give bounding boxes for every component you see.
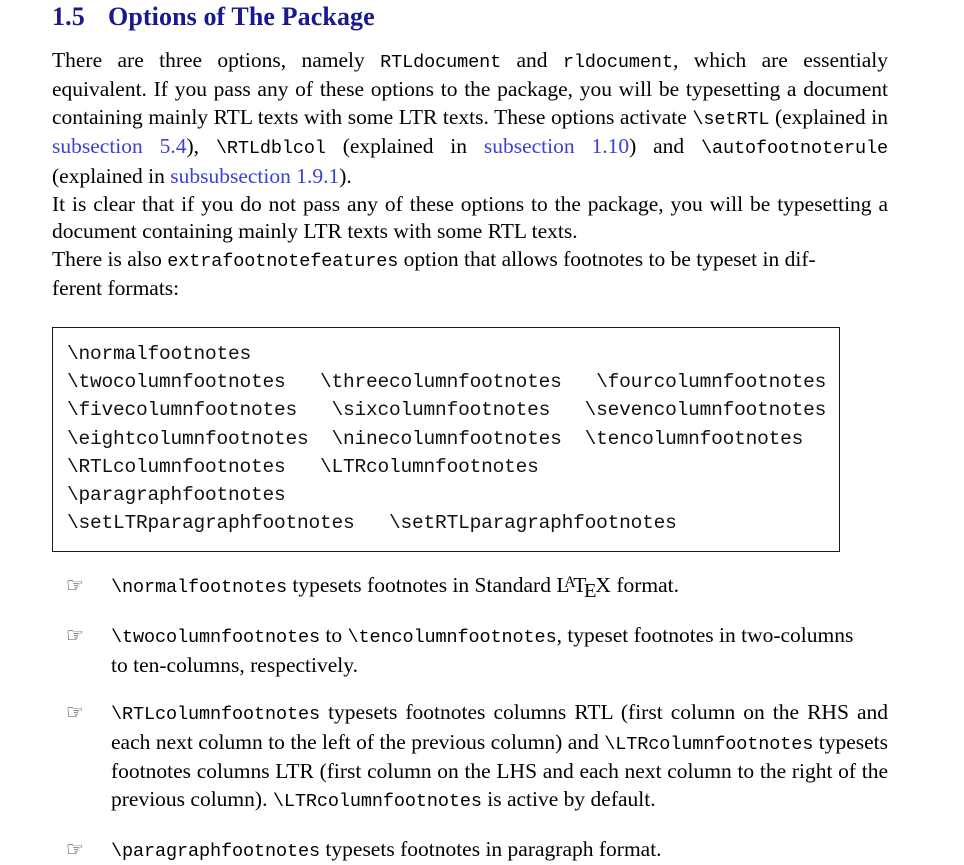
paragraph-extrafootnotefeatures: There is also extrafootnotefeatures opti… bbox=[52, 246, 888, 303]
b1-text-2: format. bbox=[610, 573, 679, 598]
code-twocolumnfootnotes: \twocolumnfootnotes bbox=[111, 626, 321, 648]
code-ltrcolumnfootnotes-2: \LTRcolumnfootnotes bbox=[272, 790, 482, 812]
code-rtldocument: RTLdocument bbox=[380, 51, 502, 73]
p1-text-6: (explained in bbox=[325, 134, 484, 159]
pointing-hand-icon: ☞ bbox=[66, 573, 84, 598]
b2-text-1: to bbox=[320, 622, 348, 647]
list-item: ☞ \normalfootnotes typesets footnotes in… bbox=[52, 572, 888, 602]
p3-text-3: ferent formats: bbox=[52, 276, 180, 301]
list-item-body: \normalfootnotes typesets footnotes in S… bbox=[111, 573, 679, 602]
p1-text-1: There are three options, namely bbox=[52, 47, 381, 72]
paragraph-options-intro: There are three options, namely RTLdocum… bbox=[52, 47, 888, 191]
list-item-body: \paragraphfootnotes typesets footnotes i… bbox=[111, 836, 662, 862]
code-extrafootnotefeatures: extrafootnotefeatures bbox=[167, 250, 399, 272]
list-item-body: \twocolumnfootnotes to \tencolumnfootnot… bbox=[111, 623, 853, 677]
document-page: 1.5 Options of The Package There are thre… bbox=[0, 0, 964, 862]
bullet-list: ☞ \normalfootnotes typesets footnotes in… bbox=[52, 572, 888, 865]
p1-text-7: ) and bbox=[629, 134, 701, 159]
b4-text-1: typesets footnotes in paragraph format. bbox=[320, 836, 662, 861]
pointing-hand-icon: ☞ bbox=[66, 700, 84, 725]
section-number: 1.5 bbox=[52, 2, 85, 31]
code-rtldblcol: \RTLdblcol bbox=[215, 138, 326, 160]
b1-text-1: typesets footnotes in Standard bbox=[287, 573, 557, 598]
b3-text-3: is active by default. bbox=[481, 786, 656, 811]
code-normalfootnotes: \normalfootnotes bbox=[111, 577, 288, 599]
code-block: \normalfootnotes \twocolumnfootnotes \th… bbox=[52, 326, 840, 553]
b2-text-2: , typeset footnotes in two-columns bbox=[556, 622, 854, 647]
link-subsection-1-10[interactable]: subsection 1.10 bbox=[484, 134, 629, 158]
p3-text-2: option that allows footnotes to be types… bbox=[398, 246, 816, 271]
p1-text-8: (explained in bbox=[52, 164, 171, 188]
p1-text-9: ). bbox=[339, 164, 352, 188]
list-item-body: \RTLcolumnfootnotes typesets footnotes c… bbox=[111, 700, 888, 812]
link-subsection-5-4[interactable]: subsection 5.4 bbox=[52, 134, 186, 158]
link-subsubsection-1-9-1[interactable]: subsubsection 1.9.1 bbox=[170, 164, 339, 188]
latex-logo: LATEX bbox=[556, 573, 611, 602]
code-paragraphfootnotes: \paragraphfootnotes bbox=[111, 840, 321, 862]
list-item: ☞ \RTLcolumnfootnotes typesets footnotes… bbox=[52, 699, 888, 815]
section-title: Options of The Package bbox=[108, 2, 375, 31]
paragraph-no-options: It is clear that if you do not pass any … bbox=[52, 191, 888, 244]
b2-text-3: to ten-columns, respectively. bbox=[111, 652, 358, 677]
p1-text-5: ), bbox=[186, 134, 216, 159]
code-ltrcolumnfootnotes: \LTRcolumnfootnotes bbox=[604, 733, 814, 755]
list-item: ☞ \twocolumnfootnotes to \tencolumnfootn… bbox=[52, 622, 888, 679]
p1-text-2: and bbox=[501, 47, 563, 72]
code-tencolumnfootnotes: \tencolumnfootnotes bbox=[347, 626, 557, 648]
pointing-hand-icon: ☞ bbox=[66, 836, 84, 861]
code-block-content: \normalfootnotes \twocolumnfootnotes \th… bbox=[67, 342, 827, 535]
code-rldocument: rldocument bbox=[562, 51, 673, 73]
code-rtlcolumnfootnotes: \RTLcolumnfootnotes bbox=[111, 704, 321, 726]
list-item: ☞ \paragraphfootnotes typesets footnotes… bbox=[52, 836, 888, 865]
p3-text-1: There is also bbox=[52, 246, 168, 271]
pointing-hand-icon: ☞ bbox=[66, 622, 84, 647]
p1-text-4: (explained in bbox=[769, 104, 888, 129]
code-setrtl: \setRTL bbox=[692, 108, 770, 130]
section-heading: 1.5 Options of The Package bbox=[52, 0, 888, 32]
code-autofootnoterule: \autofootnoterule bbox=[700, 138, 888, 160]
